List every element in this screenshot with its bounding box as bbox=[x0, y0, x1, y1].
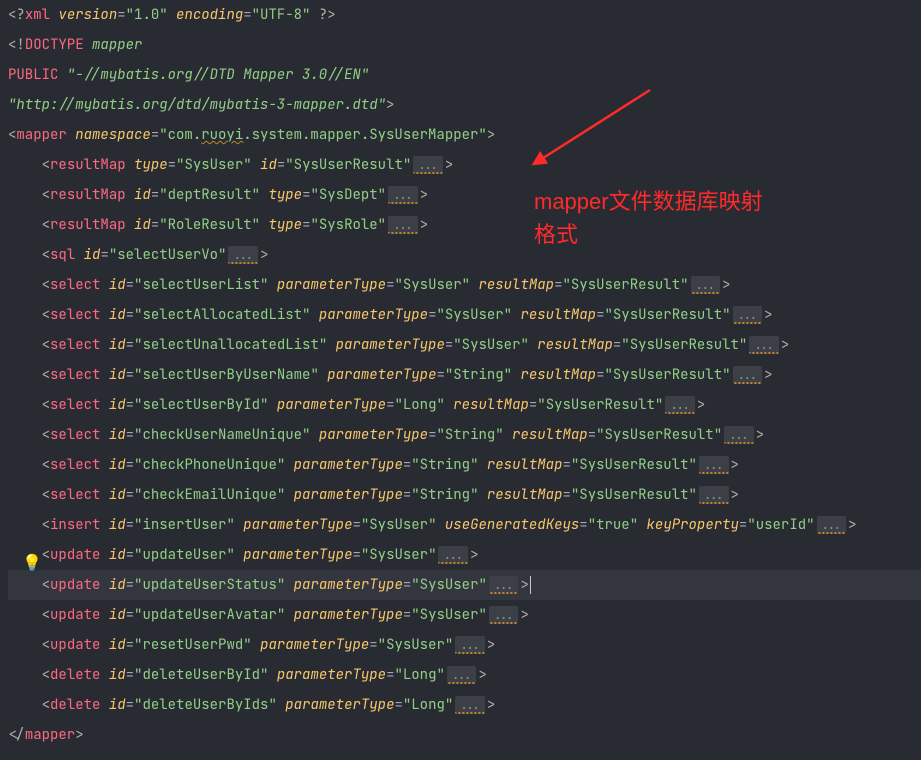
fold-indicator[interactable]: ... bbox=[438, 546, 468, 564]
code-line[interactable]: <select id="selectUserByUserName" parame… bbox=[8, 360, 921, 390]
fold-indicator[interactable]: ... bbox=[489, 606, 519, 624]
fold-indicator[interactable]: ... bbox=[455, 696, 485, 714]
fold-indicator[interactable]: ... bbox=[388, 186, 418, 204]
code-line[interactable]: <select id="selectUnallocatedList" param… bbox=[8, 330, 921, 360]
fold-indicator[interactable]: ... bbox=[749, 336, 779, 354]
intention-bulb-icon[interactable]: 💡 bbox=[22, 548, 42, 578]
code-line[interactable]: </mapper> bbox=[8, 720, 921, 750]
code-line[interactable]: <resultMap id="deptResult" type="SysDept… bbox=[8, 180, 921, 210]
fold-indicator[interactable]: ... bbox=[733, 306, 763, 324]
fold-indicator[interactable]: ... bbox=[413, 156, 443, 174]
code-line[interactable]: <update id="updateUserAvatar" parameterT… bbox=[8, 600, 921, 630]
code-line-active[interactable]: <update id="updateUserStatus" parameterT… bbox=[8, 570, 921, 600]
code-line[interactable]: <update id="updateUser" parameterType="S… bbox=[8, 540, 921, 570]
code-line[interactable]: <select id="selectAllocatedList" paramet… bbox=[8, 300, 921, 330]
code-line[interactable]: <?xml version="1.0" encoding="UTF-8" ?> bbox=[8, 0, 921, 30]
code-line[interactable]: <!DOCTYPE mapper bbox=[8, 30, 921, 60]
code-line[interactable]: <resultMap type="SysUser" id="SysUserRes… bbox=[8, 150, 921, 180]
code-line[interactable]: <sql id="selectUserVo"...> bbox=[8, 240, 921, 270]
xml-decl-open: <? bbox=[8, 0, 25, 30]
text-cursor bbox=[530, 576, 531, 594]
code-line[interactable]: <select id="selectUserById" parameterTyp… bbox=[8, 390, 921, 420]
code-editor[interactable]: <?xml version="1.0" encoding="UTF-8" ?> … bbox=[0, 0, 921, 750]
fold-indicator[interactable]: ... bbox=[228, 246, 258, 264]
code-line[interactable]: "http://mybatis.org/dtd/mybatis-3-mapper… bbox=[8, 90, 921, 120]
fold-indicator[interactable]: ... bbox=[817, 516, 847, 534]
xml-decl-tag: xml bbox=[25, 0, 50, 30]
fold-indicator[interactable]: ... bbox=[388, 216, 418, 234]
code-line[interactable]: <select id="selectUserList" parameterTyp… bbox=[8, 270, 921, 300]
code-line[interactable]: <delete id="deleteUserById" parameterTyp… bbox=[8, 660, 921, 690]
fold-indicator[interactable]: ... bbox=[691, 276, 721, 294]
code-line[interactable]: <select id="checkPhoneUnique" parameterT… bbox=[8, 450, 921, 480]
code-line[interactable]: <insert id="insertUser" parameterType="S… bbox=[8, 510, 921, 540]
code-line[interactable]: <resultMap id="RoleResult" type="SysRole… bbox=[8, 210, 921, 240]
code-line[interactable]: <mapper namespace="com.ruoyi.system.mapp… bbox=[8, 120, 921, 150]
code-line[interactable]: <update id="resetUserPwd" parameterType=… bbox=[8, 630, 921, 660]
fold-indicator[interactable]: ... bbox=[699, 486, 729, 504]
fold-indicator[interactable]: ... bbox=[447, 666, 477, 684]
fold-indicator[interactable]: ... bbox=[665, 396, 695, 414]
code-line[interactable]: PUBLIC "-//mybatis.org//DTD Mapper 3.0//… bbox=[8, 60, 921, 90]
code-line[interactable]: <select id="checkUserNameUnique" paramet… bbox=[8, 420, 921, 450]
code-line[interactable]: <delete id="deleteUserByIds" parameterTy… bbox=[8, 690, 921, 720]
fold-indicator[interactable]: ... bbox=[455, 636, 485, 654]
fold-indicator[interactable]: ... bbox=[699, 456, 729, 474]
fold-indicator[interactable]: ... bbox=[489, 576, 519, 594]
fold-indicator[interactable]: ... bbox=[724, 426, 754, 444]
code-line[interactable]: <select id="checkEmailUnique" parameterT… bbox=[8, 480, 921, 510]
fold-indicator[interactable]: ... bbox=[733, 366, 763, 384]
